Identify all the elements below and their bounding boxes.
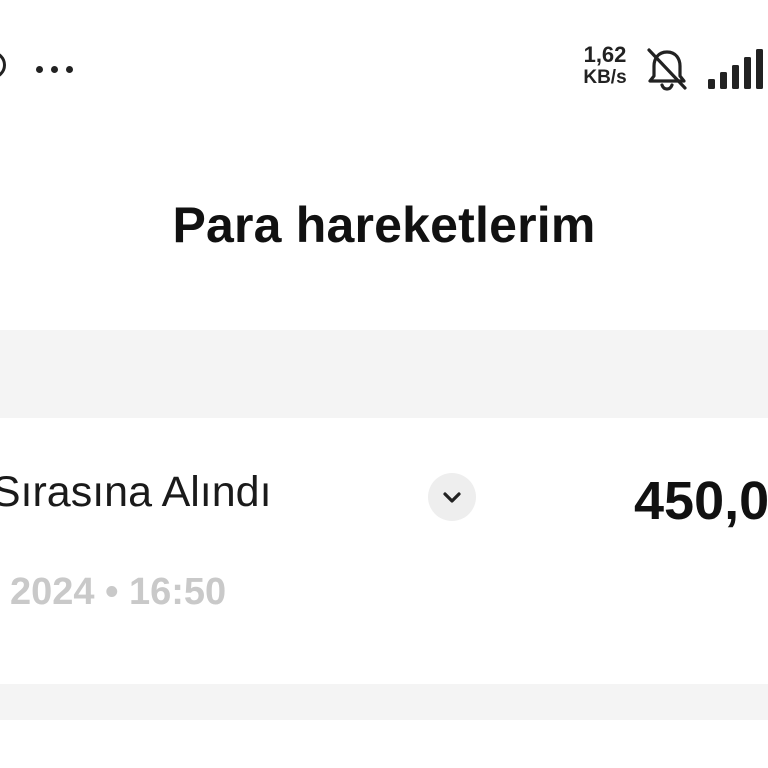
- transaction-status: e Sırasına Alındı: [0, 468, 272, 516]
- chevron-down-icon: [443, 492, 461, 503]
- transaction-row[interactable]: e Sırasına Alındı 450,0 2024 • 16:50: [0, 418, 768, 684]
- signal-icon: [708, 49, 763, 89]
- network-speed-value: 1,62: [583, 42, 627, 67]
- screen: 1,62 KB/s Para hareketlerim e Sırasına A…: [0, 0, 768, 768]
- section-divider-bottom: [0, 684, 768, 720]
- section-divider: [0, 330, 768, 418]
- status-bar: 1,62 KB/s: [0, 0, 768, 120]
- network-speed-unit: KB/s: [583, 67, 627, 88]
- more-dots-icon: [36, 66, 76, 74]
- expand-details-button[interactable]: [428, 473, 476, 521]
- bell-muted-icon: [647, 48, 687, 91]
- transaction-datetime: 2024 • 16:50: [10, 571, 227, 613]
- page-title: Para hareketlerim: [172, 197, 596, 253]
- network-speed: 1,62 KB/s: [575, 42, 635, 88]
- clock-icon: [0, 51, 6, 79]
- transaction-amount: 450,0: [634, 471, 768, 531]
